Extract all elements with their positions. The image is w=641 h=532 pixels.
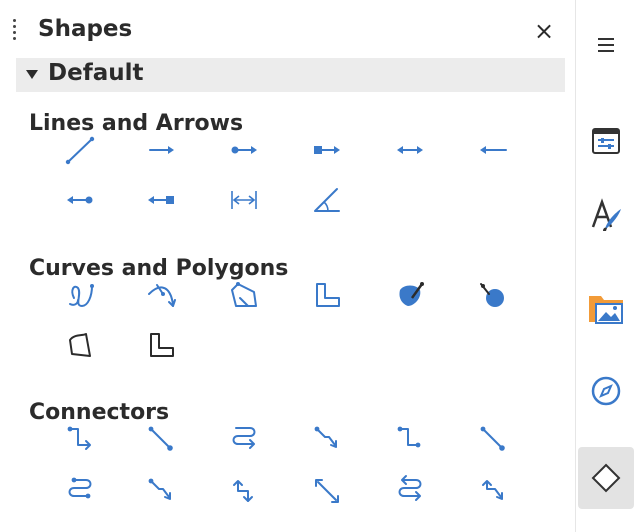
connector-lines-with-arrows-shape-icon[interactable] xyxy=(220,472,268,508)
polygon-shape-icon[interactable] xyxy=(137,277,185,313)
panel-titlebar: Shapes × xyxy=(0,0,575,58)
line-with-arrows-shape-icon[interactable] xyxy=(386,132,434,168)
navigator-icon[interactable] xyxy=(578,360,634,422)
line-arrow-circle-shape-icon[interactable] xyxy=(56,182,104,218)
line-starts-with-arrow-shape-icon[interactable] xyxy=(469,132,517,168)
line-circle-arrow-shape-icon[interactable] xyxy=(220,132,268,168)
section-default-header[interactable]: Default xyxy=(16,58,565,92)
line-45-shape-icon[interactable] xyxy=(303,182,351,218)
drag-grip-icon[interactable] xyxy=(12,19,18,41)
caret-down-icon[interactable] xyxy=(26,70,38,79)
close-button[interactable]: × xyxy=(530,17,558,45)
polygon-filled-shape-icon[interactable] xyxy=(469,277,517,313)
properties-icon[interactable] xyxy=(578,110,634,172)
menu-icon[interactable] xyxy=(578,14,634,76)
connector-lines-ends-with-arrow-shape-icon[interactable] xyxy=(386,472,434,508)
panel-title: Shapes xyxy=(38,16,133,42)
shapes-panel: Shapes × Default Lines and Arrows Curves… xyxy=(0,0,575,532)
connector-line-ends-with-arrow-shape-icon[interactable] xyxy=(469,420,517,456)
line-shape-icon[interactable] xyxy=(56,132,104,168)
connector-straight-arrows-shape-icon[interactable] xyxy=(303,472,351,508)
section-label: Default xyxy=(48,60,144,86)
polygon-45-filled-shape-icon[interactable] xyxy=(56,327,104,363)
curve-shape-icon[interactable] xyxy=(56,277,104,313)
connector-circles-shape-icon[interactable] xyxy=(56,472,104,508)
line-ends-with-arrow-shape-icon[interactable] xyxy=(137,132,185,168)
connector-shape-icon[interactable] xyxy=(56,420,104,456)
connector-ends-with-arrow-shape-icon[interactable] xyxy=(137,420,185,456)
connector-curved-arrows-shape-icon[interactable] xyxy=(469,472,517,508)
connector-lines-shape-icon[interactable] xyxy=(220,420,268,456)
connector-straight-shape-icon[interactable] xyxy=(386,420,434,456)
connector-curved-shape-icon[interactable] xyxy=(303,420,351,456)
shapes-icon[interactable] xyxy=(578,447,634,509)
dimension-line-shape-icon[interactable] xyxy=(220,182,268,218)
line-square-arrow-shape-icon[interactable] xyxy=(303,132,351,168)
curve-filled-shape-icon[interactable] xyxy=(386,277,434,313)
gallery-icon[interactable] xyxy=(578,277,634,339)
connector-curved-ends-with-arrow-shape-icon[interactable] xyxy=(137,472,185,508)
sidebar xyxy=(576,0,641,532)
styles-icon[interactable] xyxy=(578,184,634,246)
freeform-line-filled-shape-icon[interactable] xyxy=(137,327,185,363)
polygon-45-shape-icon[interactable] xyxy=(220,277,268,313)
freeform-line-shape-icon[interactable] xyxy=(303,277,351,313)
line-arrow-square-shape-icon[interactable] xyxy=(137,182,185,218)
